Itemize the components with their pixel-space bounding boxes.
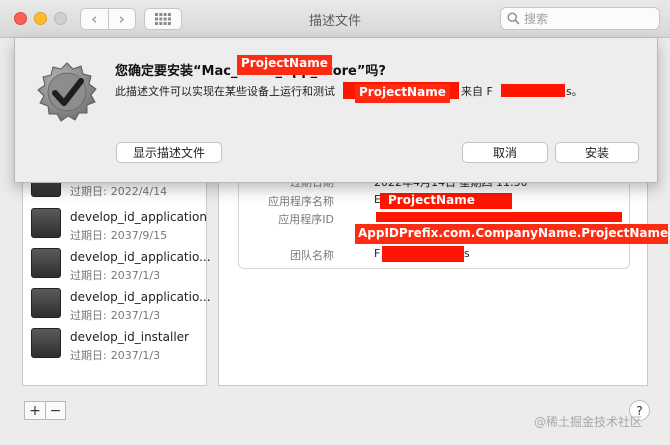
expiry-label: 过期日: xyxy=(70,309,107,322)
watermark: @稀土掘金技术社区 xyxy=(534,415,643,429)
list-item[interactable]: develop_id_application 过期日: 2037/9/15 xyxy=(23,205,207,245)
app-id-redaction xyxy=(376,212,622,222)
search-field[interactable] xyxy=(500,7,660,30)
expiry-label: 过期日: xyxy=(70,349,107,362)
search-icon xyxy=(507,12,520,25)
expiry-label: 过期日: xyxy=(70,185,107,198)
add-profile-button[interactable]: + xyxy=(25,402,45,419)
title-bar: ‹ › 描述文件 xyxy=(0,0,670,38)
subtext-f: F xyxy=(486,85,493,98)
profile-name: develop_id_applicatio... xyxy=(70,290,211,304)
team-name-redaction xyxy=(382,246,464,262)
profile-checkmark-badge-icon xyxy=(37,62,97,122)
list-item[interactable]: develop_id_applicatio... 过期日: 2037/1/3 xyxy=(23,245,211,285)
team-label: 团队名称 xyxy=(290,249,334,262)
subtext-from: 来自 F xyxy=(461,83,493,99)
list-item[interactable]: develop_id_applicatio... 过期日: 2037/1/3 xyxy=(23,285,211,325)
project-name-tag-1: ProjectName xyxy=(237,55,332,75)
list-item[interactable]: develop_id_installer 过期日: 2037/1/3 xyxy=(23,325,206,365)
show-profile-button[interactable]: 显示描述文件 xyxy=(116,142,222,163)
add-remove-control: + − xyxy=(24,401,66,420)
profile-name: develop_id_application xyxy=(70,210,207,224)
app-name-label: 应用程序名称 xyxy=(268,195,334,208)
install-confirmation-sheet: 您确定要安装“Mac__App_Store”吗? ProjectName 此描述… xyxy=(14,38,658,183)
subtext-end: s。 xyxy=(566,85,583,98)
subtext-from-label: 来自 xyxy=(461,85,483,98)
expiry-date: 2037/1/3 xyxy=(110,309,161,322)
dialog-subtext: 此描述文件可以实现在某些设备上运行和测试 xyxy=(115,83,335,99)
search-input[interactable] xyxy=(524,11,644,26)
certificate-icon xyxy=(31,248,61,278)
install-button[interactable]: 安装 xyxy=(555,142,639,163)
expiry-date: 2037/1/3 xyxy=(110,269,161,282)
team-suffix: s xyxy=(464,247,470,260)
subtext-redaction-2 xyxy=(501,84,565,97)
app-id-label: 应用程序ID xyxy=(278,213,334,226)
profile-list: 过期日: 2022/4/14 develop_id_application 过期日… xyxy=(22,167,211,386)
team-prefix: F xyxy=(374,247,381,260)
app-id-tag: AppIDPrefix.com.CompanyName.ProjectName xyxy=(355,224,668,244)
remove-profile-button[interactable]: − xyxy=(45,402,65,419)
heading-prefix: 您确定要安装“Mac_ xyxy=(115,64,238,79)
profile-name: develop_id_applicatio... xyxy=(70,250,211,264)
profile-name: develop_id_installer xyxy=(70,330,189,344)
project-name-tag-3: ProjectName xyxy=(388,193,475,207)
expiry-date: 2037/9/15 xyxy=(110,229,168,242)
certificate-icon xyxy=(31,208,61,238)
cancel-button[interactable]: 取消 xyxy=(462,142,548,163)
certificate-icon xyxy=(31,328,61,358)
certificate-icon xyxy=(31,288,61,318)
expiry-date: 2022/4/14 xyxy=(110,185,168,198)
project-name-tag-2: ProjectName xyxy=(355,84,450,103)
subtext-prefix: 此描述文件可以实现在某些设备上运行和测试 xyxy=(115,85,335,98)
expiry-date: 2037/1/3 xyxy=(110,349,161,362)
expiry-label: 过期日: xyxy=(70,229,107,242)
expiry-label: 过期日: xyxy=(70,269,107,282)
